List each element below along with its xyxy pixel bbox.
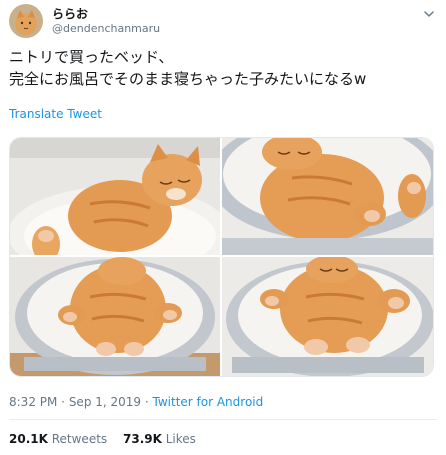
tweet-card: ららお @dendenchanmaru ニトリで買ったベッド、 完全にお風呂でそ… xyxy=(0,0,446,455)
likes-label: Likes xyxy=(165,432,196,446)
tweet-stats: 20.1K Retweets 73.9K Likes xyxy=(9,432,208,446)
avatar[interactable] xyxy=(9,4,43,38)
tweet-text-line: 完全にお風呂でそのまま寝ちゃった子みたいになるw xyxy=(9,70,367,88)
tweet-date[interactable]: Sep 1, 2019 xyxy=(69,395,141,409)
media-grid xyxy=(9,137,434,377)
retweets-count: 20.1K xyxy=(9,432,48,446)
tweet-text: ニトリで買ったベッド、 完全にお風呂でそのまま寝ちゃった子みたいになるw xyxy=(9,46,439,90)
meta-separator: · xyxy=(57,395,69,409)
divider xyxy=(9,419,437,420)
cat-in-bed-photo-2[interactable] xyxy=(222,138,433,255)
translate-tweet-link[interactable]: Translate Tweet xyxy=(9,107,102,121)
retweets-stat[interactable]: 20.1K Retweets xyxy=(9,432,107,446)
retweets-label: Retweets xyxy=(51,432,108,446)
tweet-source-link[interactable]: Twitter for Android xyxy=(153,395,264,409)
cat-avatar-icon xyxy=(9,4,43,38)
meta-separator: · xyxy=(141,395,153,409)
user-handle[interactable]: @dendenchanmaru xyxy=(52,22,160,35)
tweet-text-line: ニトリで買ったベッド、 xyxy=(9,48,174,66)
tweet-time[interactable]: 8:32 PM xyxy=(9,395,57,409)
likes-count: 73.9K xyxy=(123,432,162,446)
tweet-timestamp: 8:32 PM · Sep 1, 2019 · Twitter for Andr… xyxy=(9,395,263,409)
cat-in-bed-photo-1[interactable] xyxy=(10,138,220,255)
cat-in-bed-photo-4[interactable] xyxy=(222,257,433,376)
cat-in-bed-photo-3[interactable] xyxy=(10,257,220,376)
user-name[interactable]: ららお xyxy=(52,5,88,22)
chevron-down-icon[interactable] xyxy=(422,6,436,20)
likes-stat[interactable]: 73.9K Likes xyxy=(123,432,196,446)
